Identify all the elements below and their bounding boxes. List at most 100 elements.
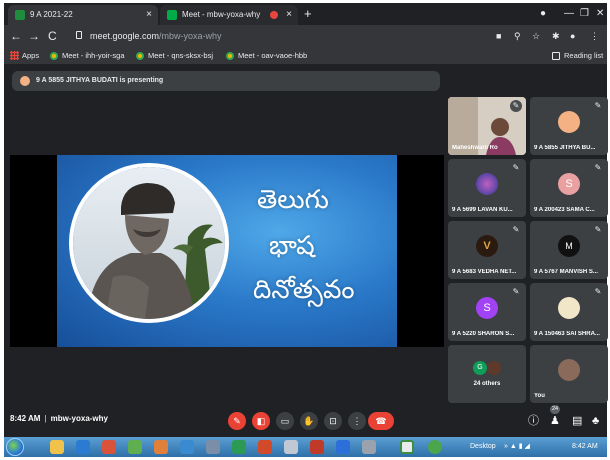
new-tab-button[interactable]: + — [304, 5, 312, 23]
word-icon[interactable] — [180, 440, 194, 454]
participant-tile[interactable]: ✎ 9 A 5699 LAVAN KU... — [448, 159, 526, 217]
os-taskbar: Desktop » ▲ ▮ ◢ 8:42 AM — [4, 437, 607, 457]
forward-button[interactable]: → — [28, 27, 40, 45]
captions-button[interactable]: ▭ — [276, 412, 294, 430]
tab-title: 9 A 2021-22 — [30, 10, 73, 19]
chat-icon[interactable]: ▤ — [572, 411, 582, 431]
participant-tile[interactable]: ✎ Maheshwarii Ro — [448, 97, 526, 155]
mic-toggle-button[interactable]: ✎ — [228, 412, 246, 430]
participant-tile[interactable]: ✎ M 9 A 5767 MANVISH S... — [530, 221, 608, 279]
slide-line-2: భాష — [269, 231, 315, 261]
app-icon[interactable] — [206, 440, 220, 454]
close-window-button[interactable]: ✕ — [596, 5, 604, 23]
bookmark-meet-3[interactable]: Meet - oav-vaoe-hbb — [226, 47, 307, 64]
mic-off-icon: ✎ — [592, 100, 604, 112]
statue-photo — [73, 167, 225, 319]
close-tab-icon[interactable]: × — [146, 5, 152, 25]
mic-off-icon: ✎ — [592, 286, 604, 298]
app-icon[interactable] — [128, 440, 142, 454]
zoom-icon[interactable]: ⚲ — [514, 29, 521, 43]
participant-tile[interactable]: ✎ S 9 A 200423 SAMA C... — [530, 159, 608, 217]
reload-button[interactable]: C — [48, 27, 57, 45]
chrome-icon[interactable] — [428, 440, 442, 454]
menu-icon[interactable]: ⋮ — [590, 29, 599, 43]
presentation-slide: తెలుగు భాష దినోత్సవం — [57, 155, 397, 347]
profile-avatar-icon[interactable]: ● — [570, 29, 575, 43]
recording-icon — [270, 11, 278, 19]
avatar: G — [473, 361, 487, 375]
media-icon[interactable] — [102, 440, 116, 454]
app-icon[interactable] — [336, 440, 350, 454]
participant-tile[interactable]: ✎ S 9 A 5220 SHARON S... — [448, 283, 526, 341]
excel-icon[interactable] — [232, 440, 246, 454]
participant-tile[interactable]: ✎ 9 A 150463 SAI SHRA... — [530, 283, 608, 341]
mic-off-icon: ✎ — [510, 286, 522, 298]
reading-list-icon — [552, 52, 560, 60]
start-button[interactable] — [6, 438, 24, 456]
tab-meet[interactable]: Meet - mbw-yoxa-why × — [160, 5, 298, 25]
browser-tab-bar: 9 A 2021-22 × Meet - mbw-yoxa-why × + ● … — [4, 3, 607, 25]
avatar — [558, 297, 580, 319]
meeting-time: 8:42 AM — [10, 414, 41, 423]
meet-icon — [50, 52, 58, 60]
raise-hand-button[interactable]: ✋ — [300, 412, 318, 430]
slide-line-1: తెలుగు — [257, 185, 329, 215]
powerpoint-icon[interactable] — [258, 440, 272, 454]
app-icon[interactable] — [284, 440, 298, 454]
extensions-icon[interactable]: ✱ — [552, 29, 560, 43]
camera-toggle-button[interactable]: ◧ — [252, 412, 270, 430]
app-icon[interactable] — [154, 440, 168, 454]
meeting-info: 8:42 AM | mbw-yoxa-why — [10, 414, 108, 423]
app-icon[interactable] — [362, 440, 376, 454]
participant-name: 9 A 5855 JITHYA BU... — [534, 145, 596, 151]
presenting-banner: 9 A 5855 JITHYA BUDATI is presenting — [12, 71, 440, 91]
activities-icon[interactable]: ♣ — [592, 411, 599, 431]
tray-icons[interactable]: » ▲ ▮ ◢ — [504, 437, 530, 457]
meeting-code: mbw-yoxa-why — [50, 414, 108, 423]
info-icon[interactable]: ⓘ — [528, 411, 539, 431]
meet-icon — [226, 52, 234, 60]
chrome-icon[interactable] — [400, 440, 414, 454]
participant-name: You — [534, 393, 545, 399]
avatar — [558, 359, 580, 381]
bookmark-label: Meet - ihh-yoir-sga — [62, 51, 125, 60]
presenter-avatar — [20, 76, 30, 86]
bookmark-label: Meet - oav-vaoe-hbb — [238, 51, 308, 60]
desktop-toolbar[interactable]: Desktop — [470, 437, 496, 457]
avatar: S — [476, 297, 498, 319]
leave-call-button[interactable]: ☎ — [368, 412, 394, 430]
meeting-controls: 8:42 AM | mbw-yoxa-why ✎ ◧ ▭ ✋ ⊡ ⋮ ☎ ⓘ ♟ 2… — [4, 405, 607, 437]
participant-tile[interactable]: ✎ V 9 A 5683 VEDHA NET... — [448, 221, 526, 279]
close-tab-icon[interactable]: × — [286, 5, 292, 25]
bookmark-meet-1[interactable]: Meet - ihh-yoir-sga — [50, 47, 125, 64]
avatar — [487, 361, 501, 375]
system-clock: 8:42 AM — [572, 443, 598, 450]
bookmark-label: Meet - qns-sksx-bsj — [148, 51, 214, 60]
meet-window: 9 A 5855 JITHYA BUDATI is presenting తెల… — [4, 65, 608, 437]
people-icon[interactable]: ♟ — [550, 411, 560, 431]
bookmark-apps[interactable]: Apps — [10, 47, 39, 64]
tab-classroom[interactable]: 9 A 2021-22 × — [8, 5, 158, 25]
maximize-button[interactable]: ❐ — [580, 5, 589, 23]
participant-name: 9 A 150463 SAI SHRA... — [534, 331, 600, 337]
minimize-button[interactable]: — — [564, 5, 574, 23]
reading-list[interactable]: Reading list — [552, 47, 603, 64]
ie-icon[interactable] — [76, 440, 90, 454]
self-tile[interactable]: You — [530, 345, 608, 403]
more-options-button[interactable]: ⋮ — [348, 412, 366, 430]
apps-grid-icon — [10, 51, 19, 60]
camera-icon[interactable]: ■ — [496, 29, 501, 43]
mic-off-icon: ✎ — [592, 224, 604, 236]
star-icon[interactable]: ☆ — [532, 29, 540, 43]
reading-list-label: Reading list — [564, 51, 604, 60]
mic-off-icon: ✎ — [510, 100, 522, 112]
present-button[interactable]: ⊡ — [324, 412, 342, 430]
app-icon[interactable] — [310, 440, 324, 454]
file-explorer-icon[interactable] — [50, 440, 64, 454]
profile-icon[interactable]: ● — [540, 5, 546, 23]
back-button[interactable]: ← — [10, 27, 22, 45]
others-tile[interactable]: G 24 others — [448, 345, 526, 403]
participant-tile[interactable]: ✎ 9 A 5855 JITHYA BU... — [530, 97, 608, 155]
url-field[interactable]: meet.google.com/mbw-yoxa-why — [72, 28, 532, 44]
bookmark-meet-2[interactable]: Meet - qns-sksx-bsj — [136, 47, 213, 64]
